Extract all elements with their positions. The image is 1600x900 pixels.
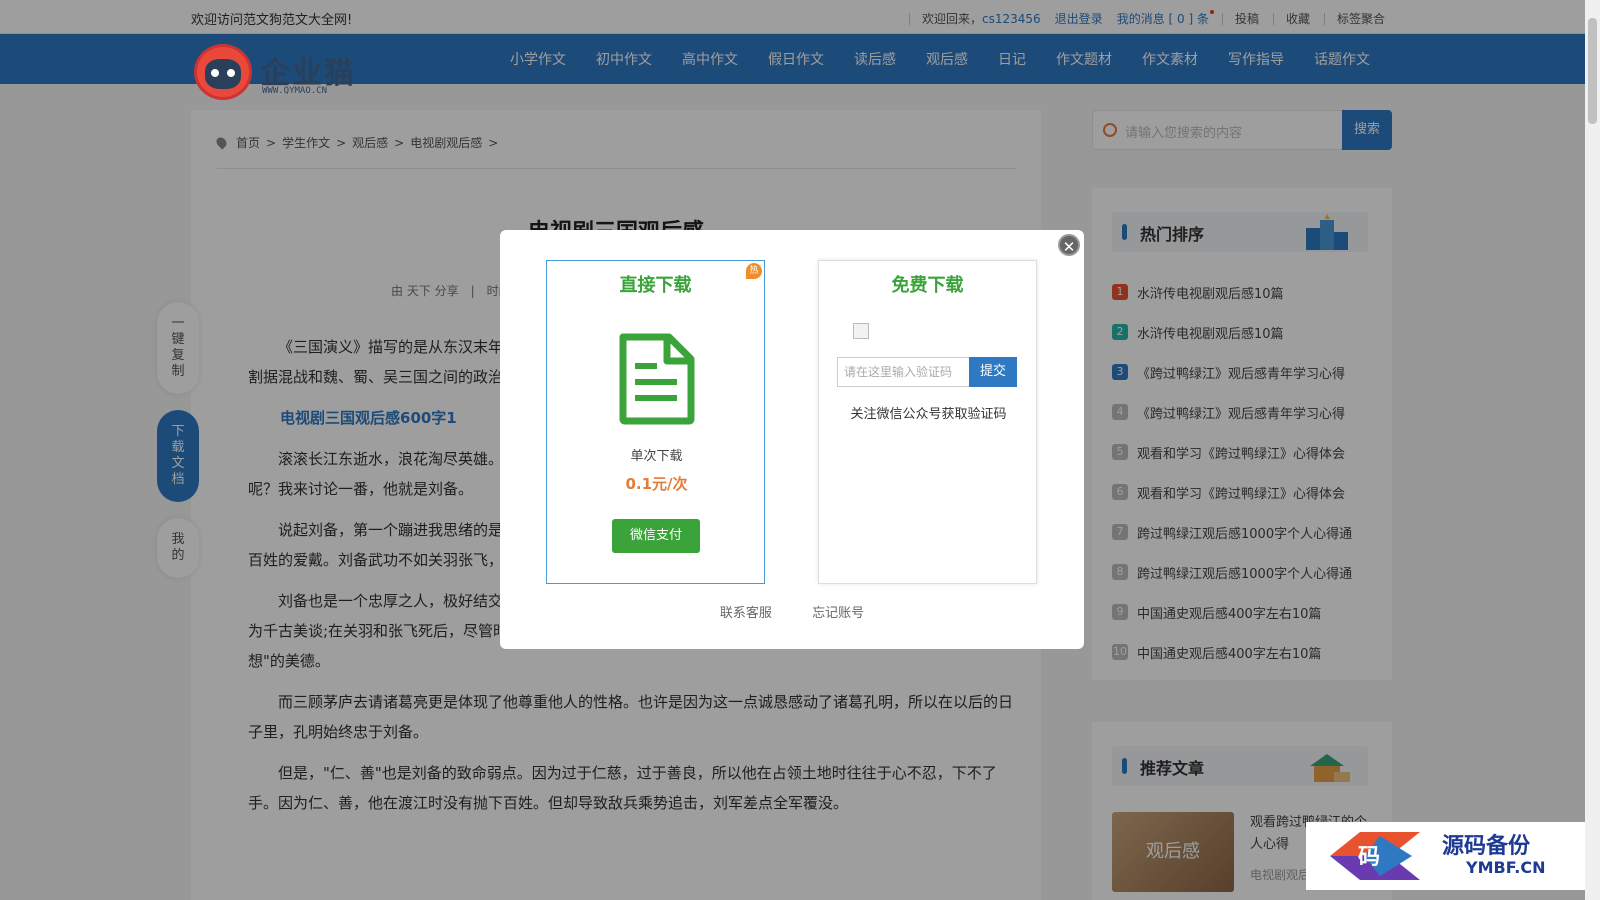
wechat-pay-button[interactable]: 微信支付	[612, 519, 700, 553]
hot-badge: 热	[746, 263, 762, 279]
single-download-label: 单次下载	[630, 449, 683, 464]
direct-download-card[interactable]: 热 直接下载 单次下载 0.1元/次 微信支付	[546, 260, 765, 584]
download-modal: ✕ 热 直接下载 单次下载 0.1元/次 微信支付 免费下载 请在这里输入验证码…	[500, 230, 1084, 649]
site-logo[interactable]: 企业猫 WWW.QYMAO.CN	[194, 44, 364, 100]
free-download-card: 免费下载 请在这里输入验证码 提交 关注微信公众号获取验证码	[818, 260, 1037, 584]
verification-code-input[interactable]: 请在这里输入验证码	[837, 357, 969, 387]
watermark-mark: 码	[1358, 844, 1380, 870]
watermark-en: YMBF.CN	[1466, 858, 1546, 877]
code-submit-button[interactable]: 提交	[969, 357, 1017, 387]
price-label: 0.1元/次	[625, 475, 688, 493]
contact-support-link[interactable]: 联系客服	[720, 606, 772, 621]
direct-download-title: 直接下载	[619, 275, 692, 296]
watermark: 码 源码备份 YMBF.CN	[1306, 822, 1585, 890]
watermark-logo-icon: 码	[1330, 832, 1420, 880]
page-scrollbar[interactable]	[1585, 0, 1600, 900]
cat-logo-icon	[194, 44, 252, 100]
forgot-account-link[interactable]: 忘记账号	[812, 606, 864, 621]
close-icon[interactable]: ✕	[1058, 234, 1080, 256]
document-icon	[619, 333, 695, 425]
scrollbar-thumb[interactable]	[1588, 18, 1597, 124]
verification-form: 请在这里输入验证码 提交	[837, 357, 1017, 387]
broken-image-icon	[853, 323, 869, 339]
modal-links: 联系客服 忘记账号	[500, 602, 1084, 621]
wechat-tip: 关注微信公众号获取验证码	[850, 407, 1007, 422]
free-download-title: 免费下载	[891, 275, 964, 296]
logo-url: WWW.QYMAO.CN	[262, 86, 328, 96]
watermark-cn: 源码备份	[1442, 833, 1531, 859]
